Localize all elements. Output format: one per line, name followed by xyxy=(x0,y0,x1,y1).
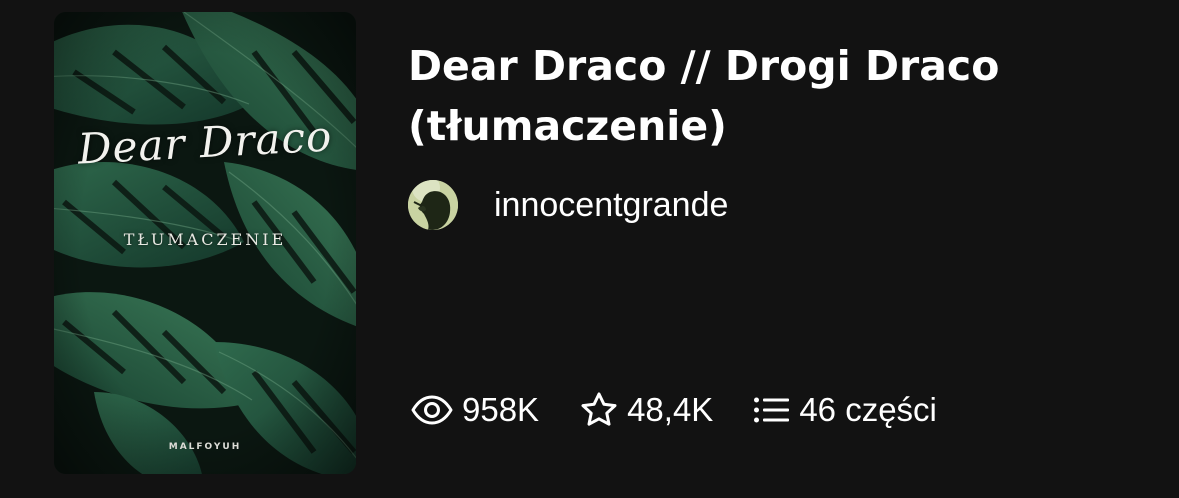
author-avatar[interactable] xyxy=(408,180,458,230)
author-username[interactable]: innocentgrande xyxy=(494,186,728,225)
eye-icon xyxy=(410,395,454,425)
cover-subtitle: TŁUMACZENIE xyxy=(123,230,287,249)
story-title[interactable]: Dear Draco // Drogi Draco (tłumaczenie) xyxy=(408,36,1128,156)
star-icon xyxy=(579,391,619,429)
author-link[interactable]: innocentgrande xyxy=(408,180,728,230)
story-stats: 958K 48,4K 46 części xyxy=(410,388,937,432)
parts-count: 46 części xyxy=(799,391,937,428)
story-card: Dear Draco TŁUMACZENIE MALFOYUH Dear Dra… xyxy=(0,0,1179,498)
cover-author: MALFOYUH xyxy=(168,442,242,452)
reads-count: 958K xyxy=(462,391,540,428)
votes-stat: 48,4K xyxy=(579,391,713,429)
story-cover[interactable]: Dear Draco TŁUMACZENIE MALFOYUH xyxy=(54,12,356,474)
parts-stat: 46 części xyxy=(753,391,937,429)
list-icon xyxy=(753,395,791,425)
reads-stat: 958K xyxy=(410,391,539,429)
votes-count: 48,4K xyxy=(627,391,714,428)
